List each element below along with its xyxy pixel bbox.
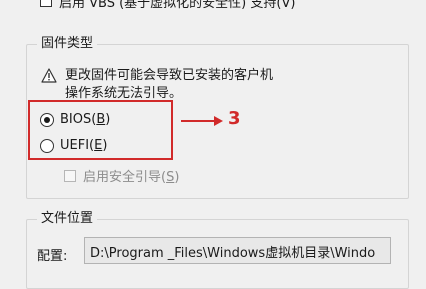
uefi-radio-option[interactable]: UEFI(E) xyxy=(40,138,107,153)
uefi-radio[interactable] xyxy=(40,138,54,153)
secure-boot-label: 启用安全引导(S) xyxy=(83,170,180,185)
warning-icon xyxy=(41,68,57,83)
firmware-warning: 更改固件可能会导致已安装的客户机 操作系统无法引导。 xyxy=(41,67,273,103)
annotation-number: 3 xyxy=(228,108,241,129)
vbs-checkbox[interactable] xyxy=(40,0,52,7)
warning-text-line2: 操作系统无法引导。 xyxy=(65,86,183,101)
annotation-arrow-icon xyxy=(181,116,223,126)
vbs-label: 启用 VBS (基于虚拟化的安全性) 支持(V) xyxy=(59,0,296,11)
file-location-title: 文件位置 xyxy=(37,211,98,227)
uefi-label: UEFI(E) xyxy=(60,138,108,153)
bios-radio-option[interactable]: BIOS(B) xyxy=(40,112,110,127)
secure-boot-checkbox xyxy=(64,169,76,182)
bios-radio[interactable] xyxy=(40,112,54,127)
secure-boot-option: 启用安全引导(S) xyxy=(64,166,179,185)
config-path-field[interactable]: D:\Program _Files\Windows虚拟机目录\Windo xyxy=(84,237,391,264)
config-path-label: 配置: xyxy=(37,249,68,264)
firmware-type-title: 固件类型 xyxy=(37,36,98,52)
warning-text-line1: 更改固件可能会导致已安装的客户机 xyxy=(65,68,274,83)
bios-label: BIOS(B) xyxy=(60,112,111,127)
vbs-option-row[interactable]: 启用 VBS (基于虚拟化的安全性) 支持(V) xyxy=(40,0,296,11)
